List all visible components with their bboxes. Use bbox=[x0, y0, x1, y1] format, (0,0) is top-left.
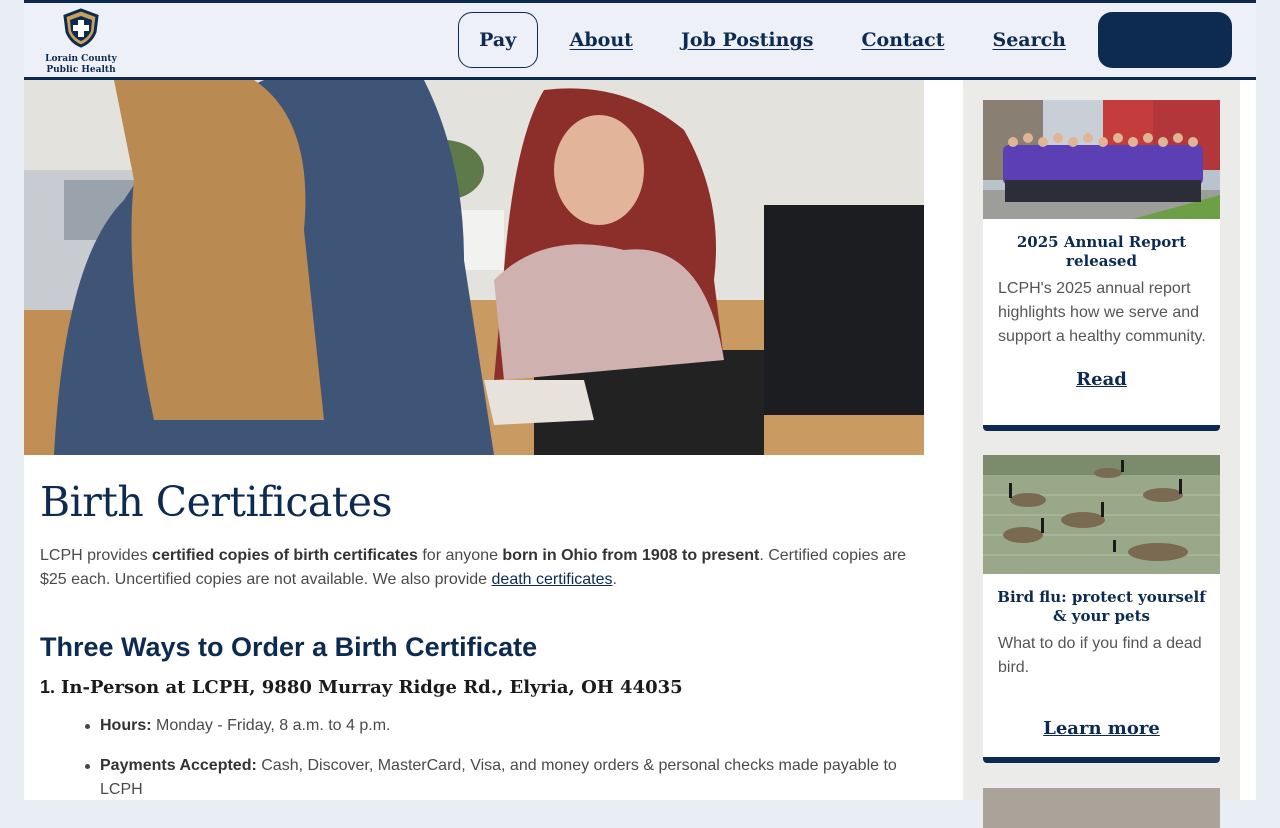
card-title: 2025 Annual Report released bbox=[1016, 233, 1187, 270]
lcph-shield-logo-icon bbox=[63, 8, 99, 48]
method-1-title: In-Person at LCPH, 9880 Murray Ridge Rd.… bbox=[61, 677, 683, 698]
nav-search[interactable]: Search bbox=[992, 29, 1066, 51]
intro-bold-1: certified copies of birth certificates bbox=[152, 547, 418, 564]
pay-button[interactable]: Pay bbox=[457, 12, 538, 68]
page: Lorain County Public Health Pay About Jo… bbox=[24, 0, 1256, 828]
card-text: What to do if you find a dead bird. bbox=[998, 635, 1202, 676]
logo-line-1: Lorain County bbox=[45, 54, 117, 64]
learn-more-link[interactable]: Learn more bbox=[983, 718, 1220, 739]
method-1-details: Hours: Monday - Friday, 8 a.m. to 4 p.m.… bbox=[85, 714, 920, 802]
hero-photo bbox=[24, 80, 924, 455]
list-item: Payments Accepted: Cash, Discover, Maste… bbox=[85, 754, 920, 802]
intro-bold-2: born in Ohio from 1908 to present bbox=[502, 547, 760, 564]
list-item: Hours: Monday - Friday, 8 a.m. to 4 p.m. bbox=[85, 714, 920, 738]
logo-line-2: Public Health bbox=[46, 65, 116, 75]
intro-text-2: for anyone bbox=[417, 547, 503, 564]
main-content: Birth Certificates LCPH provides certifi… bbox=[40, 478, 920, 818]
main-nav: Pay About Job Postings Contact Search I … bbox=[457, 12, 1232, 68]
intro-text-4: . bbox=[612, 571, 617, 588]
card-text: LCPH's 2025 annual report highlights how… bbox=[998, 280, 1206, 345]
geese-photo bbox=[983, 455, 1220, 574]
intro-text-1: LCPH provides bbox=[40, 547, 153, 564]
news-sidebar: 2025 Annual Report released LCPH's 2025 … bbox=[963, 80, 1240, 828]
i-want-to-button[interactable]: I Want To bbox=[1098, 12, 1232, 68]
card-photo bbox=[983, 788, 1220, 828]
nav-job-postings[interactable]: Job Postings bbox=[681, 29, 814, 51]
page-title: Birth Certificates bbox=[40, 478, 393, 526]
nav-about[interactable]: About bbox=[570, 29, 633, 51]
news-card-annual-report: 2025 Annual Report released LCPH's 2025 … bbox=[983, 100, 1220, 431]
method-1-heading: 1. In-Person at LCPH, 9880 Murray Ridge R… bbox=[40, 677, 920, 698]
site-logo[interactable]: Lorain County Public Health bbox=[44, 8, 118, 76]
section-heading: Three Ways to Order a Birth Certificate bbox=[40, 632, 538, 662]
site-header: Lorain County Public Health Pay About Jo… bbox=[24, 0, 1256, 80]
method-1-number: 1. bbox=[40, 677, 56, 697]
death-certificates-link[interactable]: death certificates bbox=[492, 571, 613, 588]
hours-value: Monday - Friday, 8 a.m. to 4 p.m. bbox=[151, 717, 391, 734]
card-title: Bird flu: protect yourself & your pets bbox=[997, 588, 1206, 625]
nav-contact[interactable]: Contact bbox=[861, 29, 944, 51]
payments-label: Payments Accepted: bbox=[100, 757, 257, 774]
hours-label: Hours: bbox=[100, 717, 152, 734]
team-photo bbox=[983, 100, 1220, 219]
news-card-partial bbox=[983, 788, 1220, 828]
news-card-bird-flu: Bird flu: protect yourself & your pets W… bbox=[983, 455, 1220, 763]
intro-paragraph: LCPH provides certified copies of birth … bbox=[40, 544, 920, 592]
read-link[interactable]: Read bbox=[983, 369, 1220, 390]
